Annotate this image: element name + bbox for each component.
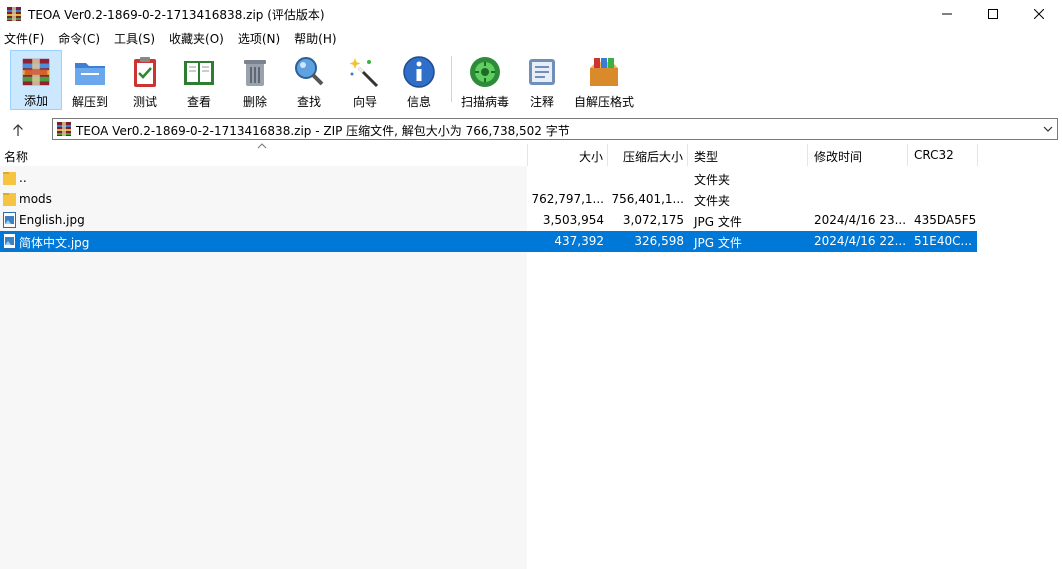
toolbar-label: 解压到 [71,95,108,109]
toolbar-label: 向导 [352,95,377,109]
menu-help[interactable]: 帮助(H) [294,28,336,48]
window-title: TEOA Ver0.2-1869-0-2-1713416838.zip (评估版… [28,8,325,22]
file-name: .. [19,171,27,185]
toolbar-delete-button[interactable]: 删除 [232,50,278,110]
find-icon [295,57,324,86]
toolbar-label: 添加 [23,94,48,108]
column-header-type[interactable]: 类型 [690,144,808,166]
archive-icon [57,122,71,136]
file-name: mods [19,192,52,206]
menu-favorites[interactable]: 收藏夹(O) [169,28,224,48]
file-packed-size: 326,598 [634,234,684,248]
info-icon [403,56,435,88]
toolbar-label: 查找 [296,95,321,109]
menu-tools[interactable]: 工具(S) [114,28,155,48]
toolbar-find-button[interactable]: 查找 [286,50,332,110]
menu-command[interactable]: 命令(C) [58,28,100,48]
chevron-down-icon[interactable] [1041,122,1055,136]
file-crc32: 435DA5F5 [914,213,977,227]
image-file-icon [3,212,16,228]
sfx-icon [590,58,618,86]
file-type: JPG 文件 [694,215,742,229]
file-packed-size: 3,072,175 [622,213,684,227]
menu-bar: 文件(F) 命令(C) 工具(S) 收藏夹(O) 选项(N) 帮助(H) [0,28,1062,48]
title-bar: TEOA Ver0.2-1869-0-2-1713416838.zip (评估版… [0,0,1062,28]
file-row-english[interactable]: English.jpg 3,503,954 3,072,175 JPG 文件 2… [0,210,977,231]
toolbar-extract-button[interactable]: 解压到 [66,50,114,110]
folder-icon [3,172,16,185]
toolbar-add-button[interactable]: 添加 [10,50,62,110]
toolbar-label: 自解压格式 [573,95,634,109]
toolbar-label: 信息 [406,95,431,109]
extract-to-icon [75,63,105,85]
minimize-button[interactable] [924,0,970,28]
file-packed-size: 756,401,1... [611,192,684,206]
toolbar-label: 扫描病毒 [460,95,509,109]
folder-icon [3,193,16,206]
file-type: 文件夹 [694,194,731,208]
column-header-size[interactable]: 大小 [528,144,608,166]
toolbar-separator [451,56,452,102]
toolbar-label: 查看 [186,95,211,109]
add-archive-icon [22,58,50,86]
file-row-chinese[interactable]: 简体中文.jpg 437,392 326,598 JPG 文件 2024/4/1… [0,231,977,252]
file-type: 文件夹 [694,173,731,187]
arrow-up-icon [13,124,23,136]
file-row-parent[interactable]: .. 文件夹 [0,168,977,189]
toolbar-view-button[interactable]: 查看 [176,50,222,110]
column-header-name[interactable]: 名称 [0,144,528,166]
comment-icon [529,59,555,85]
view-icon [184,61,214,85]
maximize-button[interactable] [970,0,1016,28]
toolbar: 添加 解压到 测试 查看 删除 查找 向导 信息 扫描病毒 注释 自解压格式 [0,50,1062,112]
column-header-packed[interactable]: 压缩后大小 [608,144,688,166]
column-header-modified[interactable]: 修改时间 [808,144,908,166]
close-icon [1034,9,1044,19]
close-button[interactable] [1016,0,1062,28]
file-list: 名称 大小 压缩后大小 类型 修改时间 CRC32 .. 文件夹 mods 76… [0,143,1062,569]
image-file-icon [3,233,16,249]
menu-file[interactable]: 文件(F) [4,28,44,48]
toolbar-test-button[interactable]: 测试 [122,50,168,110]
file-row-mods[interactable]: mods 762,797,1... 756,401,1... 文件夹 [0,189,977,210]
toolbar-label: 注释 [529,95,554,109]
address-text: TEOA Ver0.2-1869-0-2-1713416838.zip - ZI… [76,124,570,138]
toolbar-wizard-button[interactable]: 向导 [342,50,388,110]
toolbar-comment-button[interactable]: 注释 [520,50,564,110]
delete-icon [244,60,266,86]
toolbar-info-button[interactable]: 信息 [396,50,442,110]
file-modified: 2024/4/16 22... [814,234,907,248]
toolbar-virus-scan-button[interactable]: 扫描病毒 [456,50,514,110]
test-icon [134,57,156,87]
minimize-icon [942,13,952,15]
address-row: TEOA Ver0.2-1869-0-2-1713416838.zip - ZI… [0,116,1062,144]
file-name: English.jpg [19,213,85,227]
file-size: 3,503,954 [542,213,604,227]
address-bar[interactable]: TEOA Ver0.2-1869-0-2-1713416838.zip - ZI… [52,118,1058,140]
toolbar-label: 测试 [132,95,157,109]
wizard-icon [349,58,379,88]
column-header-crc32[interactable]: CRC32 [908,144,978,166]
file-size: 437,392 [554,234,604,248]
menu-options[interactable]: 选项(N) [238,28,280,48]
file-name: 简体中文.jpg [19,236,90,250]
file-size: 762,797,1... [531,192,604,206]
maximize-icon [988,9,998,19]
up-folder-button[interactable] [8,120,28,140]
file-crc32: 51E40C... [914,234,972,248]
file-type: JPG 文件 [694,236,742,250]
winrar-app-icon [7,7,21,21]
toolbar-label: 删除 [242,95,267,109]
virus-scan-icon [470,57,500,87]
toolbar-sfx-button[interactable]: 自解压格式 [572,50,636,110]
file-modified: 2024/4/16 23... [814,213,907,227]
